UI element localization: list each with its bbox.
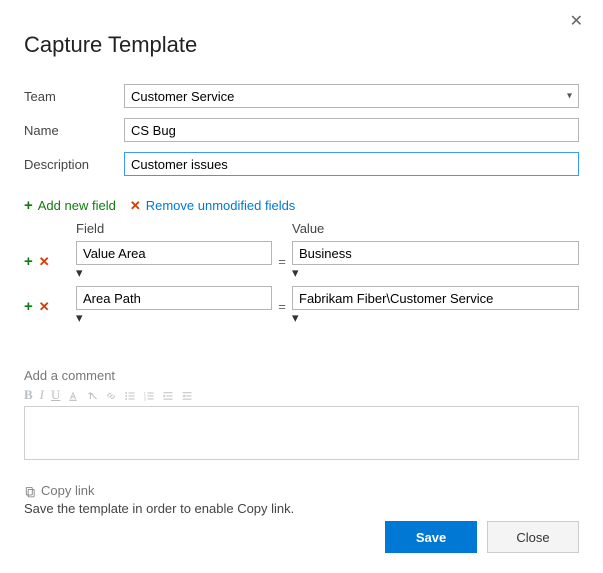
row-delete-icon[interactable]: ✕ <box>39 255 50 268</box>
description-label: Description <box>24 157 124 172</box>
bold-icon[interactable]: B <box>24 387 33 403</box>
team-select[interactable]: ▾ <box>124 84 579 108</box>
indent-icon[interactable] <box>181 388 193 403</box>
name-input[interactable] <box>124 118 579 142</box>
bullet-list-icon[interactable] <box>124 388 136 403</box>
plus-icon: + <box>24 198 33 213</box>
clear-format-icon[interactable] <box>86 388 98 403</box>
underline-icon[interactable]: U <box>51 387 60 403</box>
link-icon[interactable] <box>105 388 117 403</box>
italic-icon[interactable]: I <box>40 387 44 403</box>
comment-label: Add a comment <box>24 368 579 383</box>
field-row: + ✕ ▾ = ▾ <box>24 241 579 281</box>
chevron-down-icon: ▾ <box>76 310 83 325</box>
field-actions: + Add new field ✕ Remove unmodified fiel… <box>24 198 579 213</box>
chevron-down-icon: ▾ <box>292 310 299 325</box>
team-row: Team ▾ <box>24 84 579 108</box>
name-label: Name <box>24 123 124 138</box>
field-row: + ✕ ▾ = ▾ <box>24 286 579 326</box>
comment-section: Add a comment B I U 123 <box>24 368 579 463</box>
dialog-footer: Save Close <box>385 521 579 553</box>
comment-textarea[interactable] <box>24 406 579 460</box>
add-new-field-label: Add new field <box>38 198 116 213</box>
row-controls: + ✕ <box>24 254 76 269</box>
copy-link: Copy link <box>24 483 94 498</box>
add-new-field-link[interactable]: + Add new field <box>24 198 116 213</box>
copy-link-helper: Save the template in order to enable Cop… <box>24 501 579 516</box>
outdent-icon[interactable] <box>162 388 174 403</box>
name-row: Name <box>24 118 579 142</box>
close-button[interactable]: Close <box>487 521 579 553</box>
copy-icon <box>24 483 36 498</box>
row-add-icon[interactable]: + <box>24 299 33 314</box>
close-icon[interactable]: ✕ <box>570 14 583 30</box>
remove-unmodified-label: Remove unmodified fields <box>146 198 296 213</box>
description-input[interactable] <box>124 152 579 176</box>
capture-template-dialog: ✕ Capture Template Team ▾ Name Descripti… <box>0 0 603 573</box>
rich-text-toolbar: B I U 123 <box>24 387 579 403</box>
value-select[interactable]: ▾ <box>292 241 579 281</box>
chevron-down-icon: ▾ <box>292 265 299 280</box>
equals-sign: = <box>272 254 292 269</box>
description-row: Description <box>24 152 579 176</box>
value-header: Value <box>292 221 324 236</box>
team-label: Team <box>24 89 124 104</box>
svg-text:3: 3 <box>144 398 146 402</box>
row-add-icon[interactable]: + <box>24 254 33 269</box>
field-select-input[interactable] <box>76 241 272 265</box>
field-select[interactable]: ▾ <box>76 241 272 281</box>
row-controls: + ✕ <box>24 299 76 314</box>
remove-unmodified-link[interactable]: ✕ Remove unmodified fields <box>130 198 295 213</box>
field-select[interactable]: ▾ <box>76 286 272 326</box>
save-button[interactable]: Save <box>385 521 477 553</box>
remove-x-icon: ✕ <box>130 199 141 212</box>
field-headers: Field Value <box>76 221 579 236</box>
row-delete-icon[interactable]: ✕ <box>39 300 50 313</box>
dialog-title: Capture Template <box>24 32 579 58</box>
value-select-input[interactable] <box>292 241 579 265</box>
copy-link-label: Copy link <box>41 483 94 498</box>
font-color-icon[interactable] <box>67 388 79 403</box>
team-select-input[interactable] <box>124 84 579 108</box>
chevron-down-icon: ▾ <box>76 265 83 280</box>
value-select-input[interactable] <box>292 286 579 310</box>
equals-sign: = <box>272 299 292 314</box>
value-select[interactable]: ▾ <box>292 286 579 326</box>
field-select-input[interactable] <box>76 286 272 310</box>
number-list-icon[interactable]: 123 <box>143 388 155 403</box>
field-header: Field <box>76 221 272 236</box>
